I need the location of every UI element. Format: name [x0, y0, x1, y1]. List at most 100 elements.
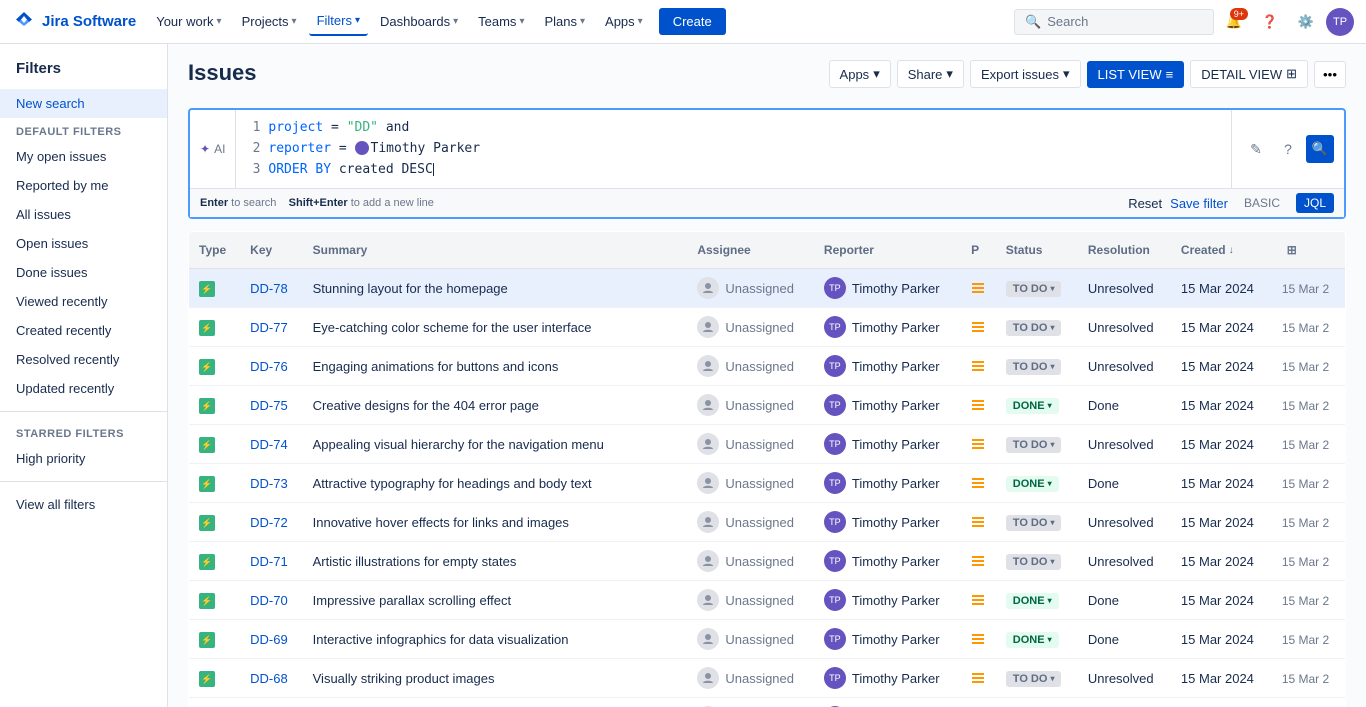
issue-key[interactable]: DD-76: [250, 359, 288, 374]
issue-summary[interactable]: Impressive parallax scrolling effect: [313, 593, 511, 608]
apps-button[interactable]: Apps ▾: [829, 60, 891, 88]
cell-priority: [961, 542, 996, 581]
basic-mode-button[interactable]: BASIC: [1236, 193, 1288, 213]
jql-help-button[interactable]: ?: [1274, 135, 1302, 163]
issue-key[interactable]: DD-78: [250, 281, 288, 296]
nav-apps[interactable]: Apps ▾: [597, 8, 651, 35]
status-badge[interactable]: TO DO▾: [1006, 320, 1062, 336]
list-view-button[interactable]: LIST VIEW ≡: [1087, 61, 1185, 88]
created-date-2: 15 Mar 2: [1282, 321, 1329, 335]
col-created[interactable]: Created ↓: [1171, 232, 1272, 269]
sidebar-item-updated-recently[interactable]: Updated recently: [0, 374, 167, 403]
help-button[interactable]: ❓: [1254, 6, 1286, 38]
nav-your-work[interactable]: Your work ▾: [148, 8, 229, 35]
share-button[interactable]: Share ▾: [897, 60, 964, 88]
issue-summary[interactable]: Engaging animations for buttons and icon…: [313, 359, 559, 374]
sidebar-item-view-all-filters[interactable]: View all filters: [0, 490, 167, 519]
cell-priority: [961, 308, 996, 347]
issue-key[interactable]: DD-77: [250, 320, 288, 335]
cell-priority: [961, 503, 996, 542]
table-row: DD-76 Engaging animations for buttons an…: [189, 347, 1346, 386]
nav-projects[interactable]: Projects ▾: [234, 8, 305, 35]
user-avatar[interactable]: TP: [1326, 8, 1354, 36]
status-badge[interactable]: DONE▾: [1006, 476, 1059, 492]
sidebar-item-my-open-issues[interactable]: My open issues: [0, 142, 167, 171]
cell-assignee: Unassigned: [687, 659, 814, 698]
issue-summary[interactable]: Innovative hover effects for links and i…: [313, 515, 569, 530]
status-badge[interactable]: TO DO▾: [1006, 359, 1062, 375]
status-badge[interactable]: TO DO▾: [1006, 554, 1062, 570]
issue-summary[interactable]: Stunning layout for the homepage: [313, 281, 508, 296]
status-badge[interactable]: TO DO▾: [1006, 281, 1062, 297]
cell-resolution: Done: [1078, 581, 1171, 620]
cell-extra: 15 Mar 2: [1272, 542, 1346, 581]
more-options-button[interactable]: •••: [1314, 61, 1346, 88]
priority-icon: [971, 439, 986, 449]
settings-button[interactable]: ⚙️: [1290, 6, 1322, 38]
sidebar-item-all-issues[interactable]: All issues: [0, 200, 167, 229]
notifications-button[interactable]: 🔔 9+: [1218, 6, 1250, 38]
ai-button[interactable]: ✦ AI: [190, 110, 236, 188]
search-input[interactable]: 🔍 Search: [1014, 9, 1214, 35]
sidebar-item-reported-by-me[interactable]: Reported by me: [0, 171, 167, 200]
issue-summary[interactable]: Interactive infographics for data visual…: [313, 632, 569, 647]
status-badge[interactable]: TO DO▾: [1006, 437, 1062, 453]
col-extra[interactable]: ⊞: [1272, 232, 1346, 269]
save-filter-button[interactable]: Save filter: [1170, 196, 1228, 211]
sidebar-item-created-recently[interactable]: Created recently: [0, 316, 167, 345]
issue-key[interactable]: DD-75: [250, 398, 288, 413]
status-badge[interactable]: TO DO▾: [1006, 515, 1062, 531]
nav-teams[interactable]: Teams ▾: [470, 8, 532, 35]
sidebar-item-resolved-recently[interactable]: Resolved recently: [0, 345, 167, 374]
sidebar-item-viewed-recently[interactable]: Viewed recently: [0, 287, 167, 316]
nav-filters[interactable]: Filters ▾: [309, 7, 368, 36]
sidebar-item-new-search[interactable]: New search: [0, 89, 167, 118]
issue-key[interactable]: DD-68: [250, 671, 288, 686]
status-badge[interactable]: DONE▾: [1006, 398, 1059, 414]
resolution-text: Done: [1088, 593, 1119, 608]
resolution-text: Unresolved: [1088, 359, 1154, 374]
notification-badge: 9+: [1230, 8, 1248, 20]
sidebar-item-high-priority[interactable]: High priority: [0, 444, 167, 473]
status-badge[interactable]: TO DO▾: [1006, 671, 1062, 687]
cell-reporter: TP Timothy Parker: [814, 269, 961, 308]
issue-summary[interactable]: Creative designs for the 404 error page: [313, 398, 539, 413]
detail-view-button[interactable]: DETAIL VIEW ⊞: [1190, 60, 1308, 88]
detail-view-icon: ⊞: [1286, 66, 1297, 82]
status-badge[interactable]: DONE▾: [1006, 593, 1059, 609]
issue-key[interactable]: DD-72: [250, 515, 288, 530]
jql-edit-button[interactable]: ✎: [1242, 135, 1270, 163]
jql-mode-button[interactable]: JQL: [1296, 193, 1334, 213]
issue-summary[interactable]: Visually striking product images: [313, 671, 495, 686]
issue-summary[interactable]: Attractive typography for headings and b…: [313, 476, 592, 491]
sidebar-item-done-issues[interactable]: Done issues: [0, 258, 167, 287]
nav-dashboards[interactable]: Dashboards ▾: [372, 8, 466, 35]
assignee-icon: [697, 394, 719, 416]
jql-search-button[interactable]: 🔍: [1306, 135, 1334, 163]
reset-button[interactable]: Reset: [1128, 196, 1162, 211]
cell-priority: [961, 698, 996, 707]
create-button[interactable]: Create: [659, 8, 726, 35]
cell-resolution: Unresolved: [1078, 347, 1171, 386]
logo[interactable]: Jira Software: [12, 10, 136, 34]
issue-key[interactable]: DD-71: [250, 554, 288, 569]
cell-summary: Pleasing loading animations for smoother…: [303, 698, 688, 707]
chevron-down-icon: ▾: [638, 16, 643, 27]
issue-summary[interactable]: Appealing visual hierarchy for the navig…: [313, 437, 604, 452]
column-picker-icon[interactable]: ⊞: [1282, 240, 1302, 260]
jql-input[interactable]: 1 project = "DD" and 2 reporter = Timoth…: [236, 110, 1231, 188]
issue-key[interactable]: DD-73: [250, 476, 288, 491]
sidebar-item-open-issues[interactable]: Open issues: [0, 229, 167, 258]
issue-summary[interactable]: Eye-catching color scheme for the user i…: [313, 320, 592, 335]
issue-key[interactable]: DD-74: [250, 437, 288, 452]
issue-key[interactable]: DD-69: [250, 632, 288, 647]
issue-key[interactable]: DD-70: [250, 593, 288, 608]
status-badge[interactable]: DONE▾: [1006, 632, 1059, 648]
table-header: Type Key Summary Assignee Reporter P Sta…: [189, 232, 1346, 269]
nav-plans[interactable]: Plans ▾: [536, 8, 593, 35]
issue-summary[interactable]: Artistic illustrations for empty states: [313, 554, 517, 569]
cell-type: [189, 464, 241, 503]
cell-priority: [961, 386, 996, 425]
priority-icon: [971, 517, 986, 527]
export-button[interactable]: Export issues ▾: [970, 60, 1081, 88]
